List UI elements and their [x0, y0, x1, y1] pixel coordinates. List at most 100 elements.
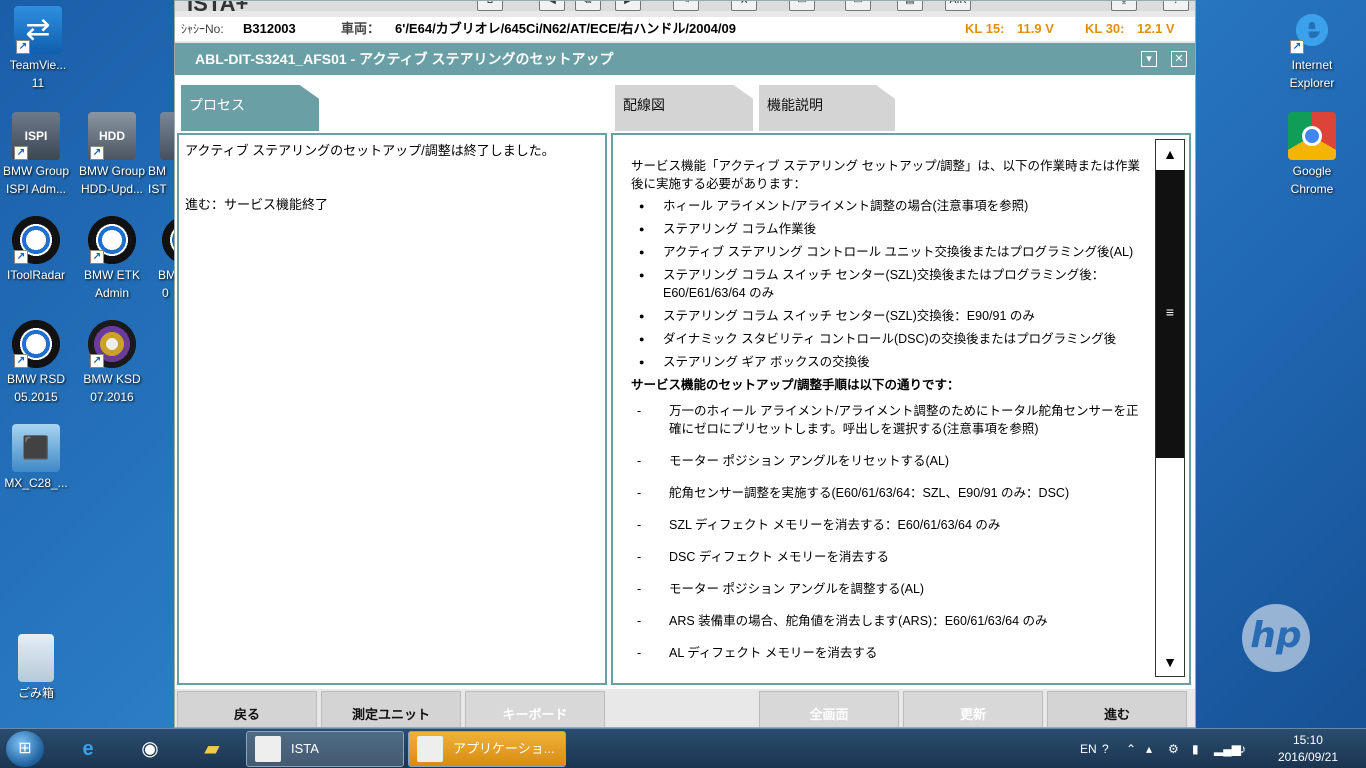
- vehicle-value: 6'/E64/カブリオレ/645Ci/N62/AT/ECE/右ハンドル/2004…: [395, 21, 736, 36]
- minimize-panel-icon[interactable]: ▾: [1141, 51, 1157, 67]
- back-button[interactable]: 戻る: [177, 691, 317, 727]
- close-icon[interactable]: ✕: [1171, 51, 1187, 67]
- help-icon[interactable]: ?: [1102, 729, 1109, 768]
- condition-list: ホィール アライメント/アライメント調整の場合(注意事項を参照) ステアリング …: [631, 197, 1141, 371]
- desktop-icon-label: TeamVie...: [9, 58, 67, 72]
- desktop-icon-mx[interactable]: MX_C28_...: [0, 424, 76, 492]
- internet-explorer-icon[interactable]: e: [68, 733, 108, 765]
- tray-chevron-icon[interactable]: ⌃: [1126, 729, 1136, 768]
- desktop-icon-label: BMW KSD: [83, 372, 141, 386]
- taskbar-item-ista[interactable]: ISTA: [246, 731, 404, 767]
- teamviewer-icon: ↗: [14, 6, 62, 54]
- scroll-thumb[interactable]: ≡: [1156, 170, 1184, 458]
- desktop-icon-recycle-bin[interactable]: ごみ箱: [0, 634, 76, 702]
- desktop-icon-teamviewer[interactable]: ↗ TeamVie... 11: [0, 6, 78, 92]
- tray-up-arrow-icon[interactable]: ▴: [1146, 729, 1152, 768]
- desktop-icon-label: Google: [1292, 164, 1332, 178]
- network-icon[interactable]: ▂▄▆: [1214, 729, 1241, 768]
- desktop-icon-bmw-other[interactable]: BM 0: [150, 216, 176, 302]
- process-panel: アクティブ ステアリングのセットアップ/調整は終了しました。 進む：サービス機能…: [177, 133, 607, 685]
- desktop-icon-label: 05.2015: [14, 390, 58, 404]
- desktop-icon-label: ISPI Adm...: [5, 182, 67, 196]
- desktop-icon-label: Chrome: [1290, 182, 1334, 196]
- chrome-icon: [1288, 112, 1336, 160]
- volume-icon[interactable]: ♪: [1240, 729, 1246, 768]
- desktop-icon-ist[interactable]: BM IST: [148, 112, 176, 198]
- toolbar-tool-icon[interactable]: ✎: [673, 1, 699, 11]
- toolbar-wrench-icon[interactable]: ⚒: [731, 1, 757, 11]
- bmw-logo-icon: ↗: [88, 216, 136, 264]
- tab-function-description[interactable]: 機能説明: [759, 85, 895, 131]
- toolbar-forward-icon[interactable]: ▶: [615, 1, 641, 11]
- chassis-label: ｼｬｼｰNo:: [181, 22, 224, 36]
- list-item: ステアリング コラム スイッチ センター(SZL)交換後またはプログラミング後：…: [631, 266, 1141, 302]
- function-description-panel[interactable]: サービス機能「アクティブ ステアリング セットアップ/調整」は、以下の作業時また…: [611, 133, 1191, 685]
- measurement-unit-button[interactable]: 測定ユニット: [321, 691, 461, 727]
- next-button[interactable]: 進む: [1047, 691, 1187, 727]
- tab-wiring-diagram[interactable]: 配線図: [615, 85, 753, 131]
- desktop-icon-ispi-admin[interactable]: ↗ BMW Group ISPI Adm...: [0, 112, 76, 198]
- list-item: AL ディフェクト メモリーを消去する: [631, 644, 1141, 662]
- desktop-icon-label: BMW RSD: [7, 372, 65, 386]
- toolbar-download-icon[interactable]: ⤓: [1111, 1, 1137, 11]
- kl30-value: 12.1 V: [1137, 21, 1175, 36]
- desktop-icon-hdd-update[interactable]: ↗ BMW Group HDD-Upd...: [72, 112, 152, 198]
- completion-message: アクティブ ステアリングのセットアップ/調整は終了しました。: [185, 143, 555, 158]
- desktop-icon-label: 07.2016: [90, 390, 134, 404]
- desktop-icon-label: BM: [158, 268, 176, 282]
- service-function-title-bar: ABL-DIT-S3241_AFS01 - アクティブ ステアリングのセットアッ…: [175, 43, 1195, 75]
- toolbar-home-icon[interactable]: ⌂: [477, 1, 503, 11]
- taskbar-item-label: アプリケーショ...: [453, 741, 555, 756]
- desktop-icon-label: IToolRadar: [6, 268, 66, 282]
- fullscreen-button[interactable]: 全画面: [759, 691, 899, 727]
- scroll-up-arrow-icon[interactable]: ▲: [1156, 140, 1184, 168]
- tray-app-icon[interactable]: ⚙: [1168, 729, 1179, 768]
- next-step-hint: 進む：サービス機能終了: [185, 197, 329, 212]
- desktop-icon-etk-admin[interactable]: ↗ BMW ETK Admin: [72, 216, 152, 302]
- desktop-icon-label: BMW Group: [2, 164, 69, 178]
- list-item: DSC ディフェクト メモリーを消去する: [631, 548, 1141, 566]
- ista-window: ISTA+ ⌂ ◀ ⧉ ▶ ✎ ⚒ ▭ ▭ ▤ AIR ⤓ ? ｼｬｼｰNo: …: [174, 0, 1196, 728]
- toolbar-screen-icon[interactable]: ▭: [845, 1, 871, 11]
- battery-icon[interactable]: ▮: [1192, 729, 1199, 768]
- file-explorer-icon[interactable]: ▰: [192, 733, 232, 765]
- input-language[interactable]: EN: [1080, 729, 1097, 768]
- list-item: ホィール アライメント/アライメント調整の場合(注意事項を参照): [631, 197, 1141, 215]
- kl15-label: KL 15:: [965, 21, 1005, 36]
- internet-explorer-icon: ↗: [1288, 6, 1336, 54]
- desktop-icon-label: MX_C28_...: [4, 476, 68, 490]
- list-item: 舵角センサー調整を実施する(E60/61/63/64：SZL、E90/91 のみ…: [631, 484, 1141, 502]
- taskbar-item-application[interactable]: アプリケーショ...: [408, 731, 566, 767]
- toolbar-print-icon[interactable]: ▭: [789, 1, 815, 11]
- chrome-icon[interactable]: ◉: [130, 733, 170, 765]
- toolbar-back-icon[interactable]: ◀: [539, 1, 565, 11]
- scrollbar[interactable]: ▲ ≡ ▼: [1155, 139, 1185, 677]
- toolbar-settings-icon[interactable]: ▤: [897, 1, 923, 11]
- kl30-label: KL 30:: [1085, 21, 1125, 36]
- desktop-icon-label: Internet: [1291, 58, 1333, 72]
- toolbar-help-icon[interactable]: ?: [1163, 1, 1189, 11]
- hdd-update-icon: ↗: [88, 112, 136, 160]
- desktop-icon-rsd[interactable]: ↗ BMW RSD 05.2015: [0, 320, 76, 406]
- chassis-value: B312003: [243, 21, 296, 36]
- desktop-icon-ksd[interactable]: ↗ BMW KSD 07.2016: [72, 320, 152, 406]
- tab-process[interactable]: プロセス: [181, 85, 319, 131]
- list-item: ステアリング ギア ボックスの交換後: [631, 353, 1141, 371]
- desktop-icon-chrome[interactable]: Google Chrome: [1272, 112, 1352, 198]
- keyboard-button[interactable]: キーボード: [465, 691, 605, 727]
- desktop-icon-label: HDD-Upd...: [80, 182, 143, 196]
- taskbar-item-label: ISTA: [291, 741, 319, 756]
- start-button[interactable]: ⊞: [6, 731, 44, 767]
- bmw-logo-icon: ↗: [12, 320, 60, 368]
- clock[interactable]: 15:10 2016/09/21: [1278, 732, 1338, 766]
- desktop-icon-internet-explorer[interactable]: ↗ Internet Explorer: [1272, 6, 1352, 92]
- scroll-down-arrow-icon[interactable]: ▼: [1156, 648, 1184, 676]
- toolbar-copy-icon[interactable]: ⧉: [575, 1, 601, 11]
- hp-logo: hp: [1242, 604, 1310, 672]
- toolbar-air-icon[interactable]: AIR: [945, 1, 971, 11]
- procedure-title: サービス機能のセットアップ/調整手順は以下の通りです：: [631, 378, 960, 392]
- desktop-icon-itoolradar[interactable]: ↗ IToolRadar: [0, 216, 76, 284]
- list-item: ステアリング コラム スイッチ センター(SZL)交換後：E90/91 のみ: [631, 307, 1141, 325]
- update-button[interactable]: 更新: [903, 691, 1043, 727]
- desktop-icon-label: ごみ箱: [17, 686, 54, 700]
